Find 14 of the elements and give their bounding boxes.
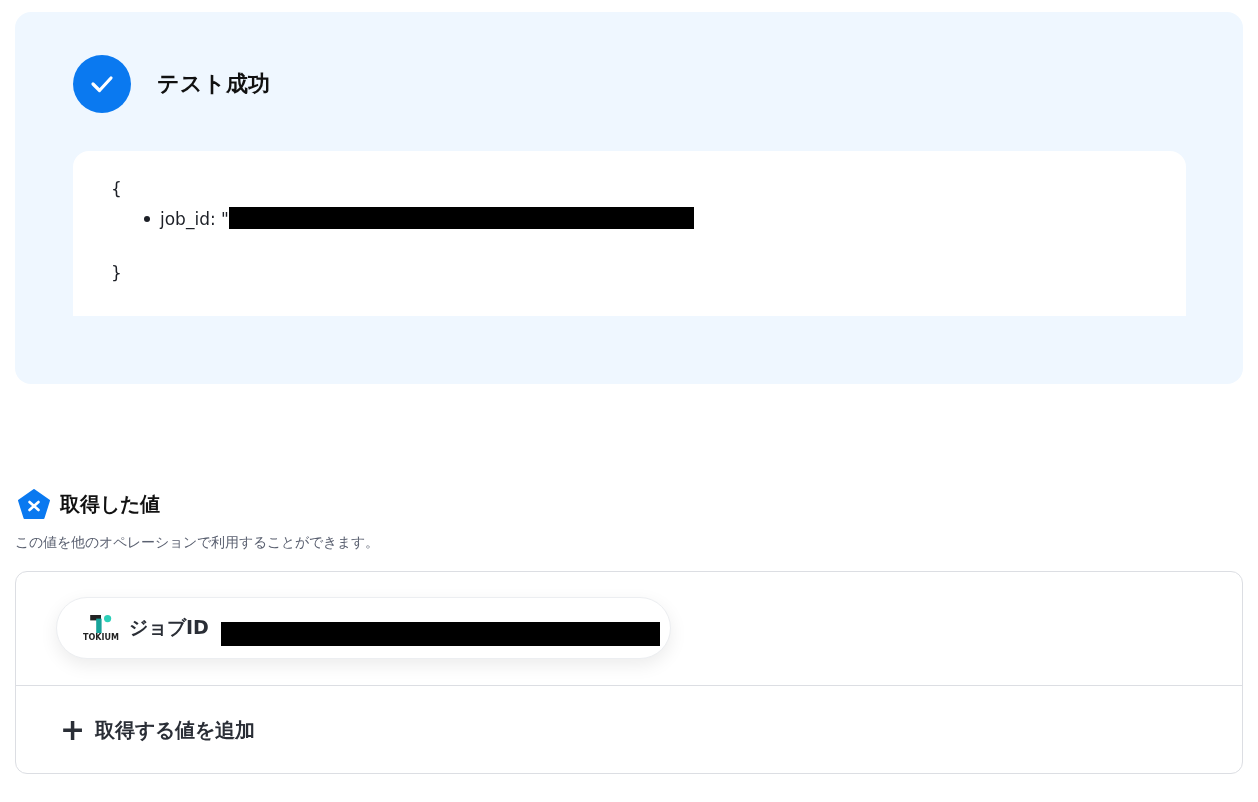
value-chip[interactable]: TOKIUM ジョブID [56, 597, 671, 659]
code-text: { [111, 178, 123, 201]
logo-mark-icon [89, 614, 112, 633]
section-title: 取得した値 [60, 491, 160, 518]
value-label: ジョブID [128, 615, 209, 640]
code-text: job_id: " [160, 209, 229, 229]
code-text: } [111, 262, 123, 285]
add-value-button[interactable]: + 取得する値を追加 [60, 716, 256, 744]
result-title: テスト成功 [157, 70, 270, 98]
variable-icon [18, 489, 50, 520]
logo-text: TOKIUM [83, 632, 119, 642]
bullet-icon [144, 216, 150, 222]
section-description: この値を他のオペレーションで利用することができます。 [15, 534, 380, 552]
plus-icon: + [60, 716, 86, 744]
